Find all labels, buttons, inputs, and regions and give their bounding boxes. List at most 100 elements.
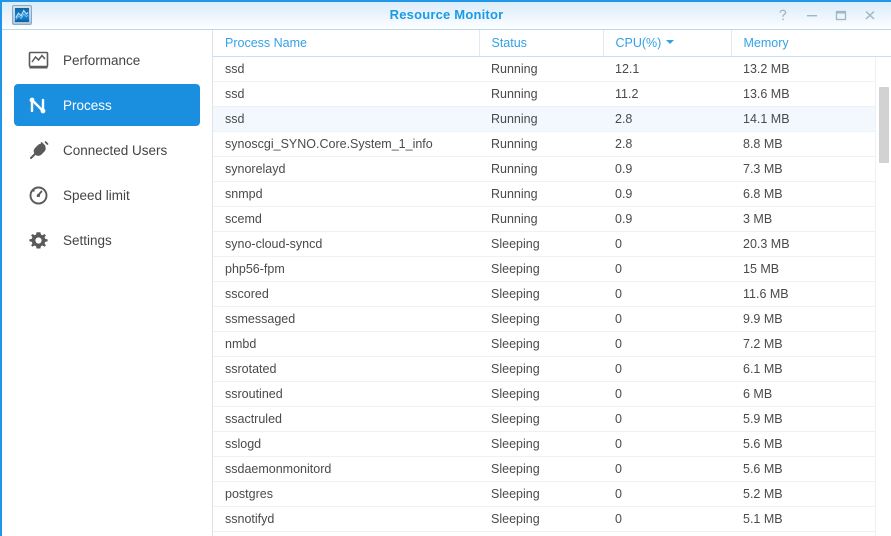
cell-process-status: Sleeping (479, 356, 603, 382)
table-row[interactable]: snmpd Running 0.9 6.8 MB (213, 181, 891, 207)
cell-process-memory: 13.6 MB (731, 81, 891, 107)
cell-process-name: synoscgi_SYNO.Core.System_1_info (213, 131, 479, 157)
cell-process-status: Sleeping (479, 431, 603, 457)
table-row[interactable]: ssrotated Sleeping 0 6.1 MB (213, 356, 891, 382)
cell-process-memory: 7.2 MB (731, 331, 891, 357)
cell-process-memory: 5.6 MB (731, 456, 891, 482)
help-button[interactable] (769, 2, 796, 28)
resource-monitor-window: Resource Monitor Performance Process Con… (0, 0, 891, 536)
cell-process-memory: 5.9 MB (731, 406, 891, 432)
sidebar-item-speed-limit[interactable]: Speed limit (14, 174, 200, 216)
cell-process-name: ssroutined (213, 381, 479, 407)
process-graph-icon (26, 93, 50, 117)
cell-process-cpu: 0 (603, 331, 731, 357)
cell-process-cpu: 0 (603, 306, 731, 332)
cell-process-status: Running (479, 181, 603, 207)
cell-process-memory: 5.2 MB (731, 481, 891, 507)
process-table-area: Process Name Status CPU(%) Memory ssdRu (213, 30, 891, 536)
sidebar-item-label: Settings (63, 232, 112, 248)
cell-process-status: Running (479, 106, 603, 132)
close-button[interactable] (856, 2, 883, 28)
table-row[interactable]: ssdaemonmonitord Sleeping 0 5.6 MB (213, 456, 891, 482)
cell-process-cpu: 0 (603, 281, 731, 307)
vertical-scrollbar[interactable] (875, 57, 891, 536)
cell-process-memory: 5.6 MB (731, 431, 891, 457)
cell-process-name: ssd (213, 106, 479, 132)
cell-process-status: Running (479, 56, 603, 82)
cell-process-cpu: 0 (603, 456, 731, 482)
column-header-cpu[interactable]: CPU(%) (603, 30, 732, 57)
table-row[interactable]: ssd Running 12.1 13.2 MB (213, 56, 891, 82)
table-row[interactable]: nmbd Sleeping 0 7.2 MB (213, 331, 891, 357)
cell-process-name: syno-cloud-syncd (213, 231, 479, 257)
cell-process-memory: 11.6 MB (731, 281, 891, 307)
table-row[interactable]: ssd Running 11.2 13.6 MB (213, 81, 891, 107)
app-icon (12, 5, 32, 25)
cell-process-status: Running (479, 156, 603, 182)
cell-process-name: snmpd (213, 181, 479, 207)
table-row[interactable]: postgres Sleeping 0 5.2 MB (213, 481, 891, 507)
table-row[interactable]: sslogd Sleeping 0 5.6 MB (213, 431, 891, 457)
cell-process-name: synorelayd (213, 156, 479, 182)
cell-process-name: php56-fpm (213, 256, 479, 282)
table-row[interactable]: syno-cloud-syncd Sleeping 0 20.3 MB (213, 231, 891, 257)
cell-process-cpu: 0 (603, 506, 731, 532)
cell-process-memory: 6.1 MB (731, 356, 891, 382)
sidebar-item-label: Process (63, 97, 112, 113)
sidebar-item-settings[interactable]: Settings (14, 219, 200, 261)
table-header-row: Process Name Status CPU(%) Memory (213, 30, 891, 57)
cell-process-name: sslogd (213, 431, 479, 457)
cell-process-status: Sleeping (479, 231, 603, 257)
cell-process-cpu: 0 (603, 431, 731, 457)
speedometer-icon (26, 183, 50, 207)
sidebar: Performance Process Connected Users Spee… (2, 30, 213, 536)
table-row[interactable]: ssroutined Sleeping 0 6 MB (213, 381, 891, 407)
sidebar-item-process[interactable]: Process (14, 84, 200, 126)
window-controls (769, 0, 883, 30)
table-row[interactable]: sscored Sleeping 0 11.6 MB (213, 281, 891, 307)
cell-process-status: Running (479, 81, 603, 107)
table-row[interactable]: php56-fpm Sleeping 0 15 MB (213, 256, 891, 282)
cell-process-status: Sleeping (479, 456, 603, 482)
cell-process-cpu: 2.8 (603, 106, 731, 132)
cell-process-name: sscored (213, 281, 479, 307)
table-row[interactable]: ssnotifyd Sleeping 0 5.1 MB (213, 506, 891, 532)
sidebar-item-connected-users[interactable]: Connected Users (14, 129, 200, 171)
cell-process-name: postgres (213, 481, 479, 507)
plug-connector-icon (26, 138, 50, 162)
cell-process-cpu: 11.2 (603, 81, 731, 107)
cell-process-name: ssactruled (213, 406, 479, 432)
cell-process-status: Sleeping (479, 506, 603, 532)
table-row[interactable]: synorelayd Running 0.9 7.3 MB (213, 156, 891, 182)
performance-chart-icon (26, 48, 50, 72)
column-header-memory[interactable]: Memory (731, 30, 891, 57)
cell-process-cpu: 0 (603, 356, 731, 382)
cell-process-status: Sleeping (479, 281, 603, 307)
maximize-button[interactable] (827, 2, 854, 28)
column-header-label: Memory (743, 35, 789, 50)
cell-process-status: Sleeping (479, 256, 603, 282)
cell-process-name: ssrotated (213, 356, 479, 382)
column-header-process-name[interactable]: Process Name (213, 30, 480, 57)
table-body: ssd Running 12.1 13.2 MB ssd Running 11.2 13.6 … (213, 56, 891, 532)
column-header-status[interactable]: Status (479, 30, 604, 57)
scrollbar-thumb[interactable] (879, 87, 889, 163)
table-row[interactable]: scemd Running 0.9 3 MB (213, 206, 891, 232)
cell-process-cpu: 0.9 (603, 156, 731, 182)
cell-process-cpu: 12.1 (603, 56, 731, 82)
cell-process-status: Sleeping (479, 406, 603, 432)
cell-process-memory: 6 MB (731, 381, 891, 407)
table-row[interactable]: ssd Running 2.8 14.1 MB (213, 106, 891, 132)
cell-process-memory: 15 MB (731, 256, 891, 282)
table-row[interactable]: synoscgi_SYNO.Core.System_1_info Running 2… (213, 131, 891, 157)
sidebar-item-performance[interactable]: Performance (14, 39, 200, 81)
cell-process-memory: 14.1 MB (731, 106, 891, 132)
minimize-button[interactable] (798, 2, 825, 28)
gear-icon (26, 228, 50, 252)
cell-process-name: ssnotifyd (213, 506, 479, 532)
table-row[interactable]: ssmessaged Sleeping 0 9.9 MB (213, 306, 891, 332)
window-title: Resource Monitor (389, 7, 504, 22)
cell-process-cpu: 2.8 (603, 131, 731, 157)
table-row[interactable]: ssactruled Sleeping 0 5.9 MB (213, 406, 891, 432)
cell-process-cpu: 0 (603, 381, 731, 407)
